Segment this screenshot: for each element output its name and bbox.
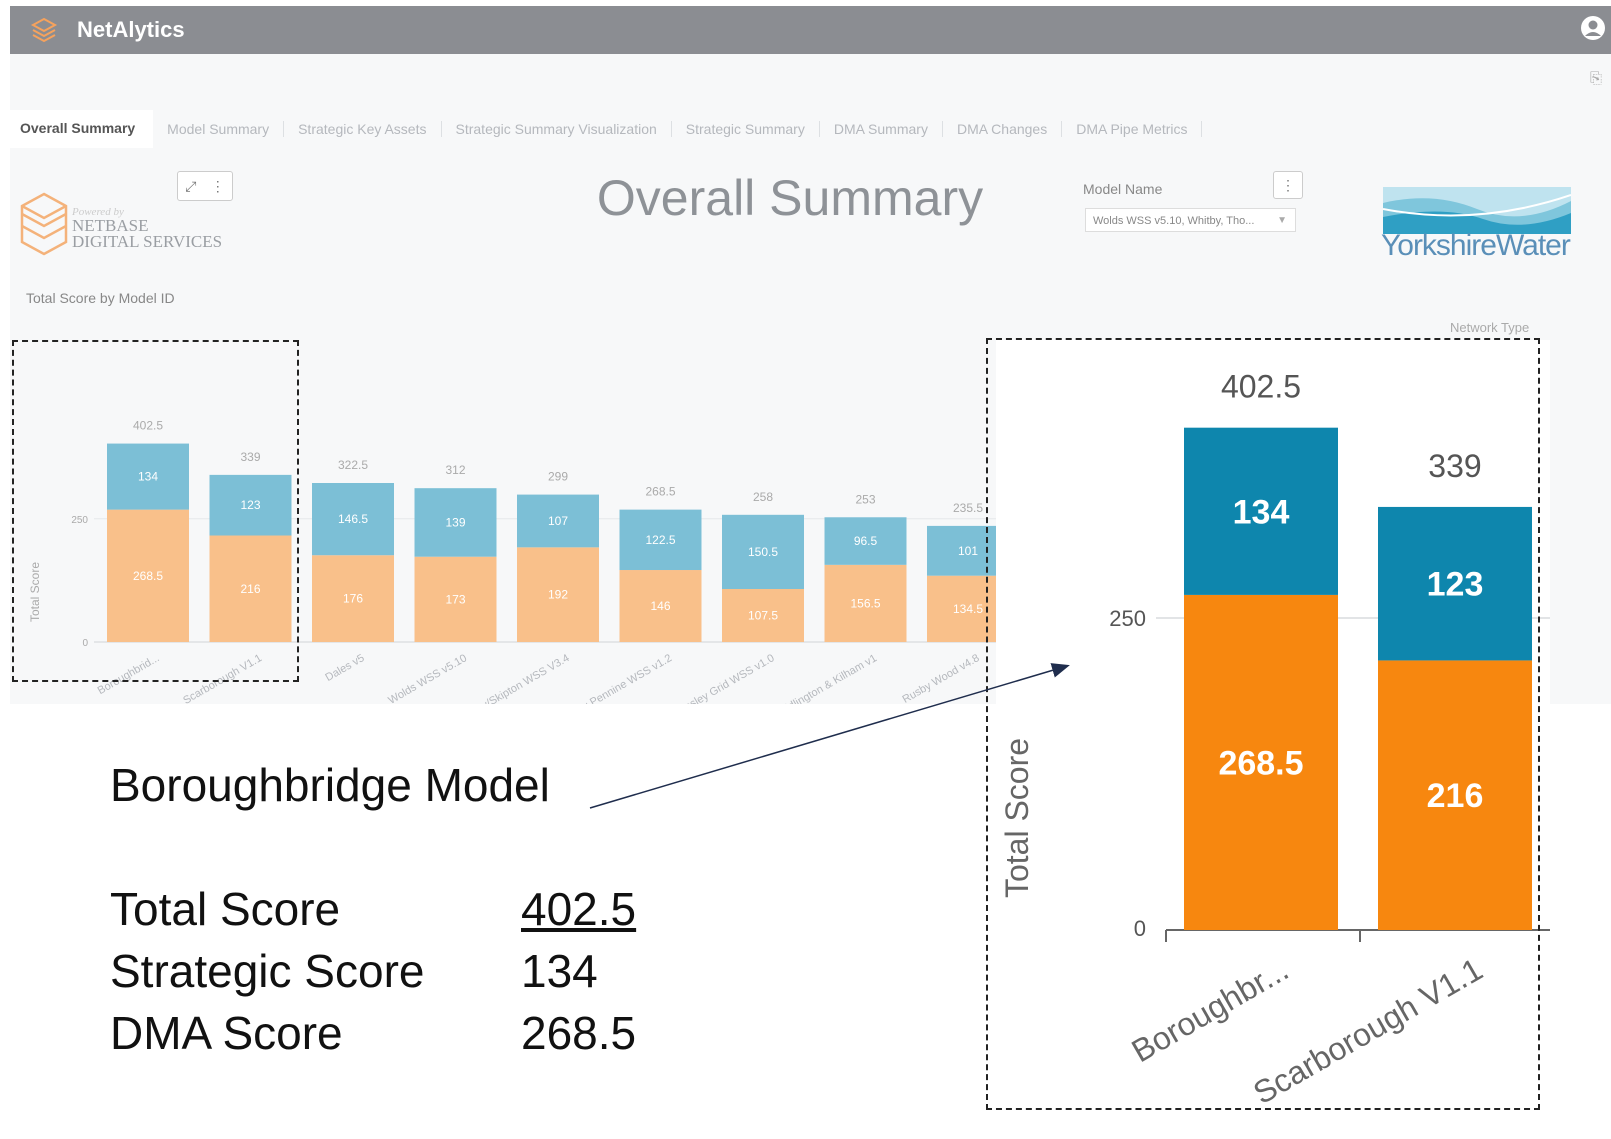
legend-label: Network Type: [1450, 320, 1530, 335]
tab-dma-pipe-metrics[interactable]: DMA Pipe Metrics: [1062, 121, 1203, 137]
annotation-heading: Boroughbridge Model: [110, 759, 550, 811]
brand-name: NETBASE DIGITAL SERVICES: [72, 217, 252, 251]
bar-total-label: 312: [445, 463, 465, 477]
app-header-bar: NetAlytics: [10, 6, 1611, 54]
model-name-value: Wolds WSS v5.10, Whitby, Tho...: [1093, 215, 1255, 227]
model-name-select[interactable]: Wolds WSS v5.10, Whitby, Tho... ▼: [1085, 208, 1296, 232]
bar-dma-value-label: 156.5: [850, 596, 880, 610]
layers-icon[interactable]: [30, 16, 58, 46]
bar-total-label: 258: [753, 490, 773, 504]
yorkshire-water-logo-graphic: [1383, 187, 1571, 234]
bar-strategic-value-label: 122.5: [645, 533, 675, 547]
bar-dma-value-label: 146: [650, 599, 670, 613]
annotation-value-dma: 268.5: [521, 1007, 637, 1059]
netbase-logo: [20, 192, 68, 256]
bar-total-label: 253: [855, 492, 875, 506]
page-title: Overall Summary: [596, 170, 984, 226]
bar-strategic-value-label: 101: [958, 544, 978, 558]
bar-strategic-value-label: 146.5: [338, 512, 368, 526]
annotation-label-total: Total Score: [110, 883, 341, 935]
user-circle-icon[interactable]: [1579, 14, 1607, 42]
bar-total-label: 235.5: [953, 501, 983, 515]
model-name-label: Model Name: [1083, 181, 1163, 197]
export-icon[interactable]: ⎘: [1590, 70, 1602, 87]
tab-strategic-summary-visualization[interactable]: Strategic Summary Visualization: [442, 121, 672, 137]
partner-logo-text: YorkshireWater: [1381, 229, 1571, 262]
tab-dma-summary[interactable]: DMA Summary: [820, 121, 943, 137]
bar-total-label: 299: [548, 470, 568, 484]
bar-dma-value-label: 176: [343, 592, 363, 606]
bar-strategic-value-label: 139: [445, 515, 465, 529]
bar-dma-value-label: 134.5: [953, 602, 983, 616]
tab-model-summary[interactable]: Model Summary: [153, 121, 285, 137]
tab-strategic-key-assets[interactable]: Strategic Key Assets: [284, 121, 442, 137]
more-vertical-icon[interactable]: ⋮: [1273, 171, 1303, 199]
x-tick-label: Embsay/Skipton WSS V3.4: [450, 652, 571, 704]
tab-bar: Overall Summary Model Summary Strategic …: [10, 109, 1310, 149]
bar-total-label: 322.5: [338, 458, 368, 472]
bar-dma-value-label: 192: [548, 588, 568, 602]
visual-controls: ⤢ ⋮: [177, 171, 233, 201]
tab-strategic-summary[interactable]: Strategic Summary: [672, 121, 820, 137]
chart-title: Total Score by Model ID: [26, 290, 175, 306]
bar-dma-value-label: 107.5: [748, 609, 778, 623]
chevron-down-icon[interactable]: ▼: [1277, 209, 1287, 233]
app-title: NetAlytics: [77, 17, 185, 42]
expand-icon[interactable]: ⤢: [185, 178, 196, 195]
brand-name-line2: DIGITAL SERVICES: [72, 232, 223, 251]
x-tick-label: Dales v5: [323, 652, 366, 684]
tab-dma-changes[interactable]: DMA Changes: [943, 121, 1063, 137]
bar-total-label: 268.5: [645, 485, 675, 499]
tab-overall-summary[interactable]: Overall Summary: [10, 110, 154, 148]
bar-strategic-value-label: 96.5: [854, 534, 878, 548]
highlight-box-left: [12, 340, 299, 682]
annotation-label-dma: DMA Score: [110, 1007, 343, 1059]
bar-strategic-value-label: 150.5: [748, 545, 778, 559]
annotation-value-strategic: 134: [521, 945, 598, 997]
annotation-value-total: 402.5: [521, 883, 637, 935]
x-tick-label: Wolds WSS v5.10: [386, 652, 469, 704]
more-vertical-icon[interactable]: ⋮: [211, 178, 225, 195]
bar-dma-value-label: 173: [445, 592, 465, 606]
bar-strategic-value-label: 107: [548, 514, 568, 528]
annotation-label-strategic: Strategic Score: [110, 945, 425, 997]
callout-arrow: [589, 663, 1070, 809]
